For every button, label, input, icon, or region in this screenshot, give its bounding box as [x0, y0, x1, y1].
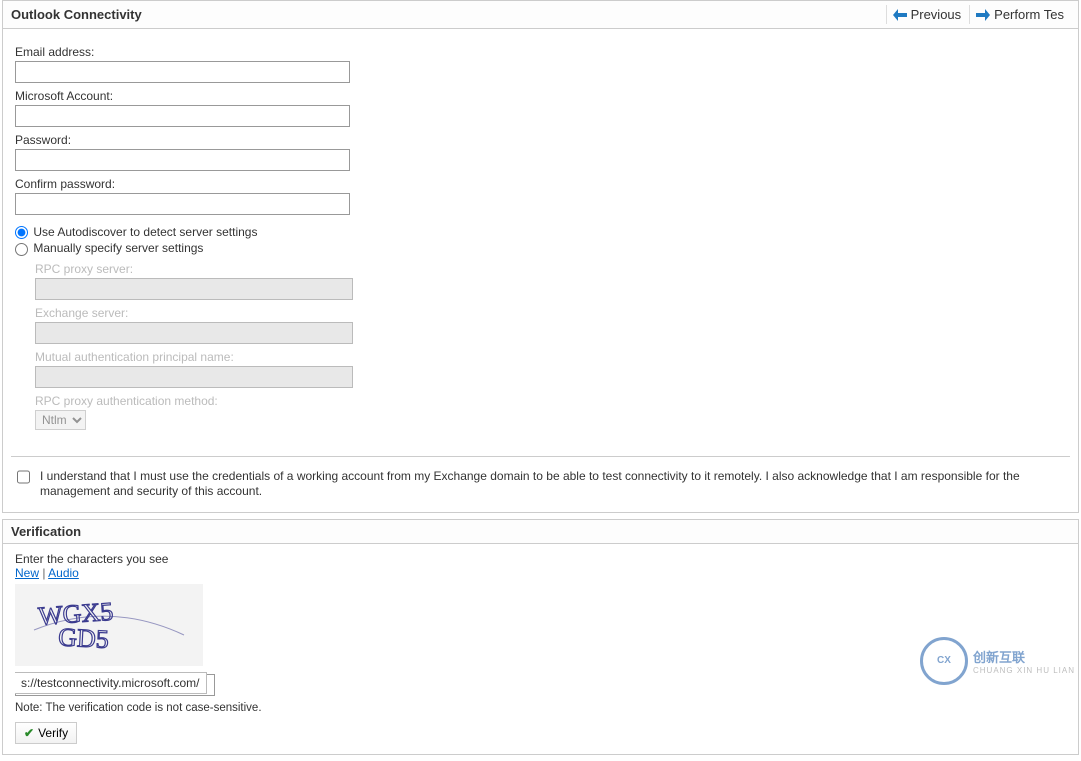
perform-test-label: Perform Tes [994, 7, 1064, 22]
msaccount-label: Microsoft Account: [15, 89, 1066, 103]
watermark: CX 创新互联 CHUANG XIN HU LIAN [920, 637, 1075, 685]
header-buttons: Previous Perform Tes [886, 5, 1070, 24]
autodiscover-label: Use Autodiscover to detect server settin… [33, 225, 257, 239]
divider [11, 456, 1070, 457]
previous-button[interactable]: Previous [886, 5, 968, 24]
mutual-auth-input [35, 366, 353, 388]
manual-label: Manually specify server settings [33, 241, 203, 255]
panel-header: Outlook Connectivity Previous Perform Te… [3, 1, 1078, 29]
manual-radio[interactable] [15, 243, 28, 256]
outlook-connectivity-panel: Outlook Connectivity Previous Perform Te… [2, 0, 1079, 513]
arrow-left-icon [893, 9, 907, 21]
rpc-proxy-label: RPC proxy server: [35, 262, 1066, 276]
page-title: Outlook Connectivity [11, 7, 142, 22]
confirm-password-input[interactable] [15, 193, 350, 215]
email-label: Email address: [15, 45, 1066, 59]
rpc-proxy-input [35, 278, 353, 300]
password-label: Password: [15, 133, 1066, 147]
captcha-new-link[interactable]: New [15, 566, 39, 580]
captcha-links: New | Audio [15, 566, 1066, 580]
watermark-text: 创新互联 [973, 647, 1075, 666]
password-input[interactable] [15, 149, 350, 171]
form-area: Email address: Microsoft Account: Passwo… [3, 29, 1078, 438]
manual-settings-block: RPC proxy server: Exchange server: Mutua… [35, 262, 1066, 430]
exchange-server-label: Exchange server: [35, 306, 1066, 320]
verification-header: Verification [3, 520, 1078, 544]
verification-title: Verification [11, 524, 81, 539]
captcha-note: Note: The verification code is not case-… [15, 702, 1066, 714]
check-icon: ✔ [24, 726, 34, 740]
rpc-auth-method-label: RPC proxy authentication method: [35, 394, 1066, 408]
email-input[interactable] [15, 61, 350, 83]
msaccount-input[interactable] [15, 105, 350, 127]
autodiscover-radio[interactable] [15, 226, 28, 239]
exchange-server-input [35, 322, 353, 344]
verify-button[interactable]: ✔ Verify [15, 722, 77, 744]
confirm-password-label: Confirm password: [15, 177, 1066, 191]
mutual-auth-label: Mutual authentication principal name: [35, 350, 1066, 364]
verify-label: Verify [38, 726, 68, 740]
perform-test-button[interactable]: Perform Tes [969, 5, 1070, 24]
verification-body: Enter the characters you see New | Audio… [3, 544, 1078, 754]
consent-row: I understand that I must use the credent… [3, 469, 1078, 512]
captcha-prompt: Enter the characters you see [15, 552, 1066, 566]
captcha-image: WGX5 GD5 [15, 584, 203, 666]
verification-panel: Verification Enter the characters you se… [2, 519, 1079, 755]
captcha-audio-link[interactable]: Audio [48, 566, 79, 580]
rpc-auth-method-select: Ntlm [35, 410, 86, 430]
arrow-right-icon [976, 9, 990, 21]
previous-label: Previous [911, 7, 962, 22]
consent-checkbox[interactable] [17, 470, 30, 484]
svg-text:GD5: GD5 [58, 622, 110, 654]
watermark-logo-icon: CX [920, 637, 968, 685]
consent-text: I understand that I must use the credent… [40, 469, 1064, 500]
watermark-subtext: CHUANG XIN HU LIAN [973, 666, 1075, 675]
